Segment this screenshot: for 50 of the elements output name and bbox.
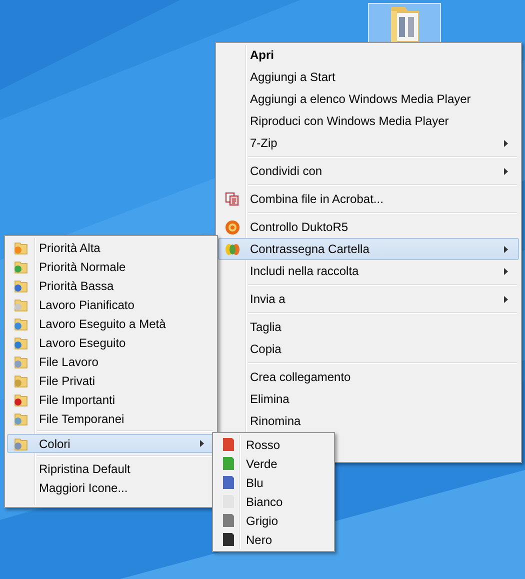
menu-item[interactable]: Combina file in Acrobat... [218,188,519,210]
menu-item[interactable]: Condividi con [218,160,519,182]
menu-item[interactable]: Contrassegna Cartella [218,238,519,260]
folder-icon [13,316,29,330]
document-stack-icon [225,192,239,206]
menu-item[interactable]: Rosso [215,435,332,454]
menu-item[interactable]: Elimina [218,388,519,410]
menu-item[interactable]: Nero [215,530,332,549]
folder-icon[interactable] [368,3,441,44]
menu-item[interactable]: Colori [7,434,215,453]
menu-item[interactable]: Controllo DuktoR5 [218,216,519,238]
menu-item[interactable]: Aggiungi a Start [218,66,519,88]
folder-icon [13,392,29,406]
menu-item[interactable]: Priorità Normale [7,257,215,276]
folder-icon [13,240,29,254]
menu-item[interactable]: Includi nella raccolta [218,260,519,282]
menu-item[interactable]: File Lavoro [7,352,215,371]
ring-icon [224,220,240,234]
menu-item[interactable]: Lavoro Pianificato [7,295,215,314]
menu-item[interactable]: Lavoro Eseguito [7,333,215,352]
menu-item[interactable]: Aggiungi a elenco Windows Media Player [218,88,519,110]
menu-item[interactable]: File Temporanei [7,409,215,428]
menu-item[interactable]: Riproduci con Windows Media Player [218,110,519,132]
menu-item[interactable]: Copia [218,338,519,360]
folder-icon [13,412,29,426]
menu-item[interactable]: Invia a [218,288,519,310]
menu-item[interactable]: Grigio [215,511,332,530]
menu-item[interactable]: Crea collegamento [218,366,519,388]
folder-icon [13,336,29,350]
badge-icon [224,242,240,256]
folder-icon [13,298,29,312]
folder-icon [13,436,29,450]
menu-item[interactable]: Apri [218,44,519,66]
menu-item[interactable]: Lavoro Eseguito a Metà [7,314,215,333]
folder-icon [13,374,29,388]
menu-item[interactable]: Priorità Bassa [7,276,215,295]
menu-item[interactable]: 7-Zip [218,132,519,154]
folder-icon [13,278,29,292]
menu-item[interactable]: File Importanti [7,390,215,409]
menu-item[interactable]: Taglia [218,316,519,338]
folder-icon [13,260,29,274]
folder-icon [13,354,29,368]
menu-item[interactable]: Rinomina [218,410,519,432]
menu-item[interactable]: Priorità Alta [7,238,215,257]
menu-item[interactable]: File Privati [7,371,215,390]
menu-item[interactable]: Verde [215,454,332,473]
menu-item[interactable]: Maggiori Icone... [7,478,215,497]
menu-item[interactable]: Blu [215,473,332,492]
menu-item[interactable]: Bianco [215,492,332,511]
menu-item[interactable]: Ripristina Default [7,459,215,478]
